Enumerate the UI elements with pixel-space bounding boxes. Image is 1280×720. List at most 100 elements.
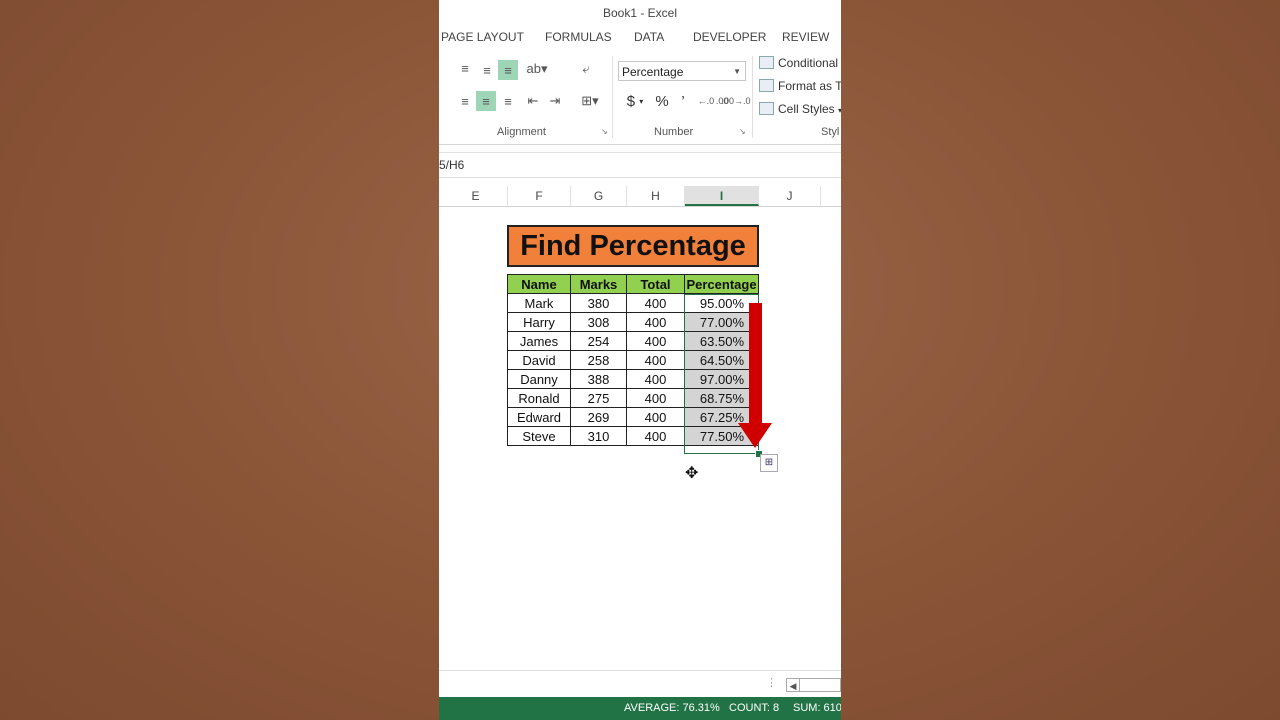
marks-cell[interactable]: 275: [570, 388, 627, 408]
table-row: Harry 308 400 77.00%: [507, 312, 759, 332]
conditional-formatting-button[interactable]: Conditional: [759, 56, 838, 70]
align-right-icon[interactable]: ≡: [498, 91, 518, 111]
percentage-cell[interactable]: 63.50%: [684, 331, 759, 351]
name-cell[interactable]: James: [507, 331, 571, 351]
column-headers: E F G H I J: [439, 186, 841, 207]
chevron-down-icon: ▼: [733, 67, 741, 76]
table-row: Danny 388 400 97.00%: [507, 369, 759, 389]
tab-formulas[interactable]: FORMULAS: [545, 30, 612, 44]
table-header-row: Name Marks Total Percentage: [507, 274, 759, 294]
total-cell[interactable]: 400: [626, 331, 685, 351]
total-cell[interactable]: 400: [626, 350, 685, 370]
drag-handle-icon[interactable]: ⋮: [766, 676, 777, 689]
format-as-table-icon: [759, 79, 774, 92]
status-bar: AVERAGE: 76.31% COUNT: 8 SUM: 610: [439, 697, 841, 720]
excel-window: Book1 - Excel PAGE LAYOUT FORMULAS DATA …: [439, 0, 841, 720]
tab-data[interactable]: DATA: [634, 30, 664, 44]
marks-cell[interactable]: 388: [570, 369, 627, 389]
align-bottom-icon[interactable]: ≡: [498, 60, 518, 80]
table-row: Edward 269 400 67.25%: [507, 407, 759, 427]
column-header[interactable]: H: [627, 186, 685, 206]
column-header[interactable]: J: [759, 186, 821, 206]
alignment-launcher-icon[interactable]: ↘: [601, 128, 609, 136]
name-cell[interactable]: Steve: [507, 426, 571, 446]
column-header-selected[interactable]: I: [685, 186, 759, 206]
marks-cell[interactable]: 308: [570, 312, 627, 332]
tab-review[interactable]: REVIEW: [782, 30, 829, 44]
number-format-dropdown[interactable]: Percentage ▼: [618, 61, 746, 81]
align-middle-icon[interactable]: ≡: [477, 60, 497, 80]
total-cell[interactable]: 400: [626, 426, 685, 446]
align-center-icon[interactable]: ≡: [476, 91, 496, 111]
marks-cell[interactable]: 258: [570, 350, 627, 370]
formula-text: 5/H6: [439, 158, 465, 172]
name-cell[interactable]: Harry: [507, 312, 571, 332]
header-cell[interactable]: Percentage: [684, 274, 759, 294]
marks-cell[interactable]: 380: [570, 293, 627, 313]
format-as-table-label: Format as Ta: [778, 79, 841, 93]
decrease-decimal-icon[interactable]: .00→.0: [721, 91, 750, 111]
scroll-track[interactable]: [800, 678, 841, 692]
wrap-text-icon[interactable]: ⤶: [576, 59, 596, 79]
name-cell[interactable]: Mark: [507, 293, 571, 313]
total-cell[interactable]: 400: [626, 312, 685, 332]
marks-cell[interactable]: 310: [570, 426, 627, 446]
scroll-left-icon[interactable]: ◀: [786, 678, 800, 692]
formula-bar[interactable]: 5/H6: [439, 152, 841, 178]
tab-page-layout[interactable]: PAGE LAYOUT: [441, 30, 524, 44]
status-count: COUNT: 8: [729, 702, 780, 714]
percent-style-icon[interactable]: %: [652, 91, 672, 111]
total-cell[interactable]: 400: [626, 293, 685, 313]
red-arrow-down-icon: [738, 423, 772, 448]
status-average: AVERAGE: 76.31%: [624, 702, 720, 714]
percentage-cell[interactable]: 64.50%: [684, 350, 759, 370]
percentage-cell[interactable]: 97.00%: [684, 369, 759, 389]
header-cell[interactable]: Marks: [570, 274, 627, 294]
tab-developer[interactable]: DEVELOPER: [693, 30, 766, 44]
table-row: Ronald 275 400 68.75%: [507, 388, 759, 408]
percentage-cell[interactable]: 77.00%: [684, 312, 759, 332]
total-cell[interactable]: 400: [626, 388, 685, 408]
total-cell[interactable]: 400: [626, 407, 685, 427]
decrease-indent-icon[interactable]: ⇤: [523, 91, 543, 111]
comma-style-icon[interactable]: ’: [673, 91, 693, 111]
cell-cursor-icon: ✥: [685, 465, 699, 482]
align-left-icon[interactable]: ≡: [455, 91, 475, 111]
marks-cell[interactable]: 254: [570, 331, 627, 351]
increase-decimal-icon[interactable]: ←.0 .00: [698, 91, 729, 111]
column-header[interactable]: G: [571, 186, 627, 206]
cell-styles-label: Cell Styles: [778, 102, 835, 116]
orientation-icon[interactable]: ab▾: [524, 59, 550, 79]
header-cell[interactable]: Name: [507, 274, 571, 294]
header-cell[interactable]: Total: [626, 274, 685, 294]
name-cell[interactable]: Danny: [507, 369, 571, 389]
percentage-cell[interactable]: 95.00%: [684, 293, 759, 313]
horizontal-scrollbar[interactable]: ⋮ ◀: [439, 670, 841, 698]
table-row: James 254 400 63.50%: [507, 331, 759, 351]
merge-center-icon[interactable]: ⊞▾: [576, 91, 604, 111]
name-cell[interactable]: Edward: [507, 407, 571, 427]
conditional-formatting-icon: [759, 56, 774, 69]
column-header[interactable]: F: [508, 186, 571, 206]
cell-styles-button[interactable]: Cell Styles ▾: [759, 102, 841, 116]
name-cell[interactable]: Ronald: [507, 388, 571, 408]
ribbon: ≡ ≡ ≡ ab▾ ⤶ ≡ ≡ ≡ ⇤ ⇥ ⊞▾ Alignment ↘ Per…: [439, 50, 841, 145]
table-row: David 258 400 64.50%: [507, 350, 759, 370]
increase-indent-icon[interactable]: ⇥: [545, 91, 565, 111]
quick-analysis-icon[interactable]: ⊞: [760, 454, 778, 472]
number-format-value: Percentage: [622, 65, 684, 79]
align-top-icon[interactable]: ≡: [455, 58, 475, 78]
accounting-format-icon[interactable]: $ ▾: [621, 91, 649, 111]
percentage-cell[interactable]: 68.75%: [684, 388, 759, 408]
column-header[interactable]: E: [444, 186, 508, 206]
table-row: Steve 310 400 77.50%: [507, 426, 759, 446]
format-as-table-button[interactable]: Format as Ta: [759, 79, 841, 93]
marks-cell[interactable]: 269: [570, 407, 627, 427]
total-cell[interactable]: 400: [626, 369, 685, 389]
number-launcher-icon[interactable]: ↘: [739, 128, 747, 136]
styles-group-label: Styl: [821, 126, 840, 138]
ribbon-separator: [612, 56, 613, 138]
name-cell[interactable]: David: [507, 350, 571, 370]
sheet-title-cell[interactable]: Find Percentage: [507, 225, 759, 267]
table-row: Mark 380 400 95.00%: [507, 293, 759, 313]
